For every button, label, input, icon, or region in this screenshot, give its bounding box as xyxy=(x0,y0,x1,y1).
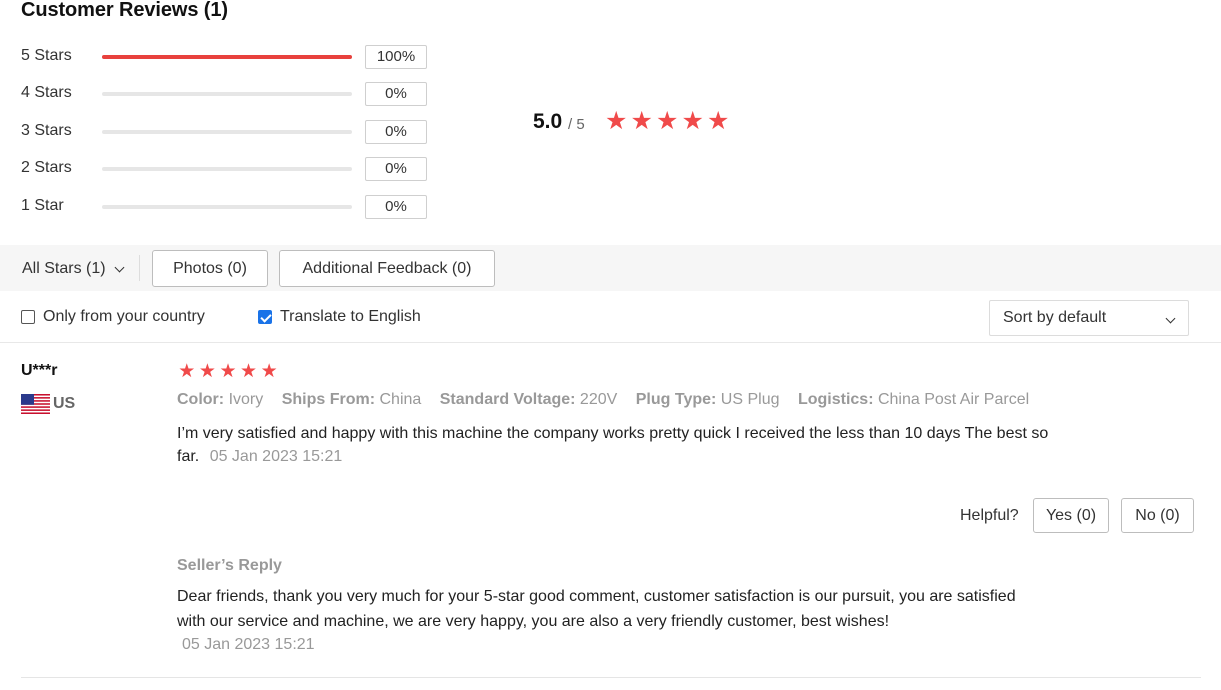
rating-percent: 0% xyxy=(365,82,427,106)
rating-bar xyxy=(102,92,352,96)
rating-label: 3 Stars xyxy=(21,122,72,139)
country-code: US xyxy=(53,395,76,412)
rating-percent: 0% xyxy=(365,195,427,219)
rating-row-4: 4 Stars 0% xyxy=(21,82,441,106)
star-icon: ★ xyxy=(630,107,653,135)
attr-value: China Post Air Parcel xyxy=(877,391,1030,408)
average-stars: ★ ★ ★ ★ ★ xyxy=(604,106,731,136)
star-icon: ★ xyxy=(240,361,258,382)
review-date: 05 Jan 2023 15:21 xyxy=(209,448,343,465)
rating-percent: 100% xyxy=(365,45,427,69)
photos-filter-button[interactable]: Photos (0) xyxy=(152,250,268,287)
helpful-yes-button[interactable]: Yes (0) xyxy=(1033,498,1109,533)
attr-key: Logistics: xyxy=(797,391,874,408)
attr-key: Color: xyxy=(177,391,225,408)
helpful-no-button[interactable]: No (0) xyxy=(1121,498,1194,533)
checkbox-checked-icon[interactable] xyxy=(258,310,272,324)
reviewer-country: US xyxy=(21,394,75,414)
rating-label: 4 Stars xyxy=(21,84,72,101)
only-country-label: Only from your country xyxy=(43,308,205,325)
review-attributes: Color: Ivory Ships From: China Standard … xyxy=(177,391,1043,409)
translate-label: Translate to English xyxy=(280,308,421,325)
sort-value: Sort by default xyxy=(1003,309,1107,326)
rating-row-3: 3 Stars 0% xyxy=(21,120,441,144)
rating-label: 1 Star xyxy=(21,197,64,214)
rating-row-2: 2 Stars 0% xyxy=(21,157,441,181)
attr-key: Standard Voltage: xyxy=(439,391,576,408)
star-icon: ★ xyxy=(707,107,730,135)
sort-select[interactable]: Sort by default xyxy=(989,300,1189,336)
rating-row-5: 5 Stars 100% xyxy=(21,45,441,69)
rating-row-1: 1 Star 0% xyxy=(21,195,441,219)
attr-value: 220V xyxy=(579,391,618,408)
star-icon: ★ xyxy=(178,361,196,382)
divider xyxy=(21,677,1201,678)
rating-bar xyxy=(102,205,352,209)
attr-logistics: Logistics: China Post Air Parcel xyxy=(798,391,1029,408)
attr-key: Plug Type: xyxy=(635,391,717,408)
seller-reply-text: Dear friends, thank you very much for yo… xyxy=(177,588,1016,630)
review-stars: ★ ★ ★ ★ ★ xyxy=(177,361,279,383)
rating-label: 5 Stars xyxy=(21,47,72,64)
rating-label: 2 Stars xyxy=(21,159,72,176)
star-icon: ★ xyxy=(260,361,278,382)
attr-ships-from: Ships From: China xyxy=(282,391,422,408)
rating-max: / 5 xyxy=(568,116,585,133)
attr-color: Color: Ivory xyxy=(177,391,263,408)
rating-percent: 0% xyxy=(365,120,427,144)
review-body: I’m very satisfied and happy with this m… xyxy=(177,422,1057,468)
star-icon: ★ xyxy=(219,361,237,382)
reviews-title: Customer Reviews (1) xyxy=(21,0,228,21)
attr-key: Ships From: xyxy=(281,391,376,408)
attr-plug-type: Plug Type: US Plug xyxy=(636,391,780,408)
translate-checkbox[interactable]: Translate to English xyxy=(258,308,421,326)
attr-voltage: Standard Voltage: 220V xyxy=(440,391,618,408)
rating-bar-fill xyxy=(102,55,352,59)
rating-percent: 0% xyxy=(365,157,427,181)
attr-value: Ivory xyxy=(228,391,264,408)
seller-reply-title: Seller’s Reply xyxy=(177,557,282,574)
divider xyxy=(139,255,140,281)
rating-bar xyxy=(102,167,352,171)
star-icon: ★ xyxy=(605,107,628,135)
star-icon: ★ xyxy=(656,107,679,135)
rating-bar xyxy=(102,130,352,134)
star-icon: ★ xyxy=(681,107,704,135)
helpful-label: Helpful? xyxy=(960,507,1019,524)
attr-value: US Plug xyxy=(720,391,780,408)
seller-reply-date: 05 Jan 2023 15:21 xyxy=(182,636,315,653)
options-bar: Only from your country Translate to Engl… xyxy=(0,291,1221,343)
reviewer-name: U***r xyxy=(21,362,58,379)
us-flag-icon xyxy=(21,394,50,414)
attr-value: China xyxy=(379,391,422,408)
chevron-down-icon xyxy=(114,262,125,272)
filter-bar: All Stars (1) Photos (0) Additional Feed… xyxy=(0,245,1221,291)
all-stars-label: All Stars (1) xyxy=(22,260,106,277)
all-stars-dropdown[interactable]: All Stars (1) xyxy=(22,260,125,278)
checkbox-icon[interactable] xyxy=(21,310,35,324)
rating-bar xyxy=(102,55,352,59)
chevron-down-icon xyxy=(1165,313,1176,324)
star-icon: ★ xyxy=(198,361,216,382)
additional-feedback-button[interactable]: Additional Feedback (0) xyxy=(279,250,495,287)
average-rating: 5.0 xyxy=(533,110,563,133)
only-country-checkbox[interactable]: Only from your country xyxy=(21,308,205,326)
